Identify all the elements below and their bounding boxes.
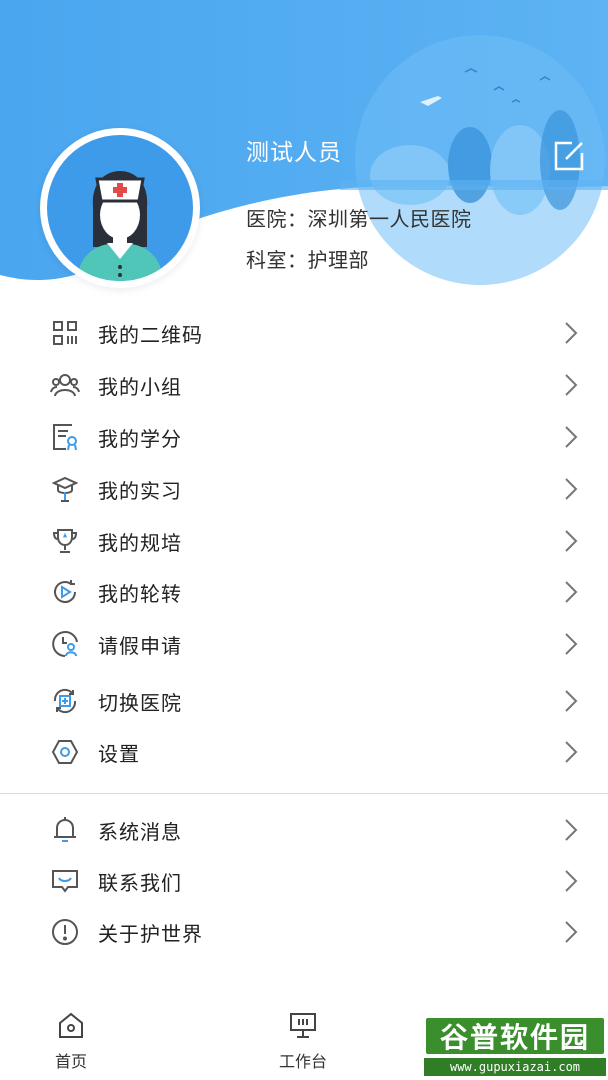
workbench-icon [290, 1013, 316, 1038]
chevron-right-icon [565, 633, 578, 655]
hospital-info: 医院：深圳第一人民医院 [246, 203, 472, 232]
chevron-right-icon [565, 690, 578, 712]
menu-item-label: 切换医院 [98, 690, 182, 715]
chevron-right-icon [565, 478, 578, 500]
chevron-right-icon [565, 921, 578, 943]
chevron-right-icon [565, 741, 578, 763]
watermark-url: www.gupuxiazai.com [424, 1058, 606, 1076]
menu-item-switch-hospital[interactable]: 切换医院 [0, 676, 608, 726]
rotation-icon [50, 577, 80, 607]
menu-item-label: 我的二维码 [98, 322, 203, 347]
menu-item-training[interactable]: 我的规培 [0, 516, 608, 566]
chevron-right-icon [565, 374, 578, 396]
credit-icon [50, 422, 80, 452]
qrcode-icon [50, 318, 80, 348]
department-value: 护理部 [307, 248, 369, 272]
menu-item-label: 系统消息 [98, 819, 182, 844]
contact-message-icon [50, 866, 80, 896]
tab-workbench[interactable]: 工作台 [258, 1010, 348, 1075]
menu-item-label: 设置 [98, 741, 140, 766]
department-info: 科室：护理部 [246, 244, 369, 273]
menu-item-system-messages[interactable]: 系统消息 [0, 805, 608, 855]
switch-hospital-icon [50, 686, 80, 716]
chevron-right-icon [565, 322, 578, 344]
menu-item-internship[interactable]: 我的实习 [0, 464, 608, 514]
menu-item-rotation[interactable]: 我的轮转 [0, 567, 608, 617]
nurse-icon [77, 171, 163, 281]
graduation-cap-icon [50, 474, 80, 504]
edit-icon [554, 141, 584, 171]
leave-clock-user-icon [50, 629, 80, 659]
edit-profile-button[interactable] [552, 139, 586, 173]
menu-item-label: 关于护世界 [98, 921, 203, 946]
menu-item-group[interactable]: 我的小组 [0, 360, 608, 410]
chevron-right-icon [565, 581, 578, 603]
home-icon [59, 1012, 83, 1038]
bell-icon [50, 815, 80, 845]
section-divider [0, 793, 608, 794]
chevron-right-icon [565, 819, 578, 841]
menu-item-contact-us[interactable]: 联系我们 [0, 856, 608, 906]
user-name: 测试人员 [246, 140, 342, 166]
menu-item-about[interactable]: 关于护世界 [0, 907, 608, 957]
menu-item-label: 我的小组 [98, 374, 182, 399]
chevron-right-icon [565, 530, 578, 552]
group-icon [50, 370, 80, 400]
tab-label: 首页 [54, 1052, 87, 1071]
menu-item-settings[interactable]: 设置 [0, 727, 608, 777]
avatar[interactable] [40, 128, 200, 288]
hospital-label: 医院： [246, 207, 308, 231]
menu-item-leave-request[interactable]: 请假申请 [0, 619, 608, 669]
menu-item-qrcode[interactable]: 我的二维码 [0, 308, 608, 358]
tab-label: 工作台 [278, 1052, 327, 1071]
watermark-title: 谷普软件园 [424, 1016, 606, 1056]
trophy-icon [50, 526, 80, 556]
hospital-value: 深圳第一人民医院 [307, 207, 472, 231]
watermark-logo: 谷普软件园 www.gupuxiazai.com [424, 1016, 606, 1078]
menu-item-label: 我的实习 [98, 478, 182, 503]
hexagon-settings-icon [50, 737, 80, 767]
menu-item-label: 我的规培 [98, 530, 182, 555]
menu-item-label: 请假申请 [98, 633, 182, 658]
nurse-avatar-image [47, 135, 193, 281]
menu-item-label: 我的学分 [98, 426, 182, 451]
chevron-right-icon [565, 870, 578, 892]
department-label: 科室： [246, 248, 308, 272]
chevron-right-icon [565, 426, 578, 448]
menu-item-credit[interactable]: 我的学分 [0, 412, 608, 462]
menu-item-label: 联系我们 [98, 870, 182, 895]
menu-item-label: 我的轮转 [98, 581, 182, 606]
info-exclamation-icon [50, 917, 80, 947]
tab-home[interactable]: 首页 [26, 1010, 116, 1075]
